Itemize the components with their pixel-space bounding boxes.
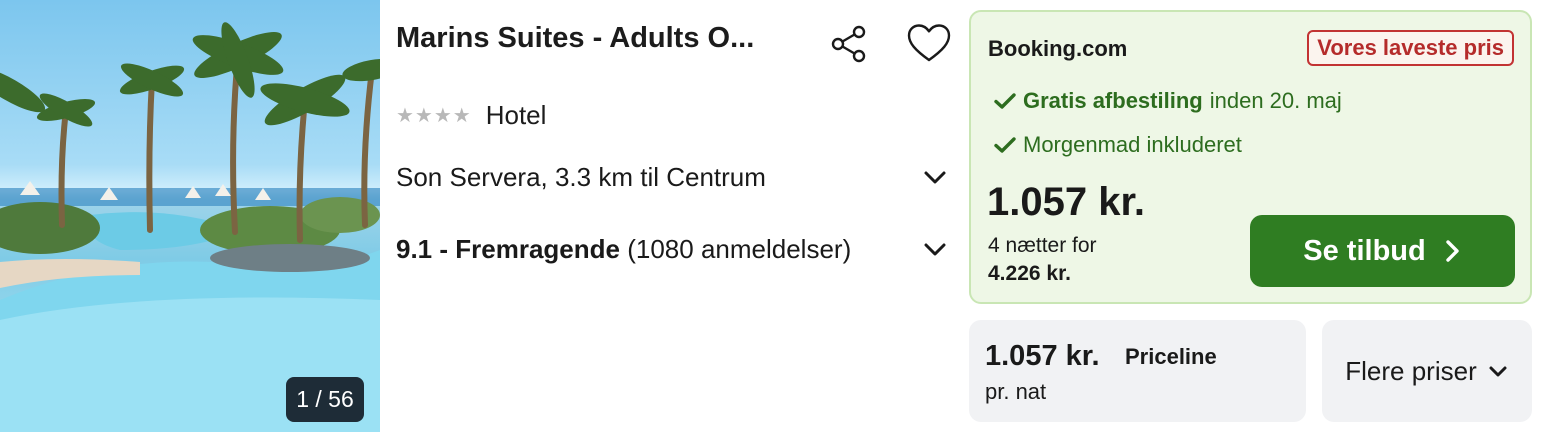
star-rating: ★★★★ (396, 105, 472, 127)
best-offer-card[interactable]: Booking.com Vores laveste pris Gratis af… (969, 10, 1532, 304)
rating-row[interactable]: 9.1 - Fremragende (1080 anmeldelser) (396, 234, 948, 265)
secondary-offer-price: 1.057 kr. (985, 340, 1100, 372)
free-cancellation-feature: Gratis afbestiling inden 20. maj (993, 88, 1342, 114)
hotel-photo-illustration (0, 22, 380, 432)
heart-icon (907, 24, 951, 62)
feature-text: Morgenmad inkluderet (1023, 132, 1242, 157)
secondary-offer-provider: Priceline (1125, 344, 1217, 369)
rating-score: 9.1 - Fremragende (396, 234, 620, 264)
check-icon (994, 93, 1016, 109)
location-row[interactable]: Son Servera, 3.3 km til Centrum (396, 162, 948, 193)
chevron-right-icon (1446, 240, 1459, 262)
favorite-button[interactable] (904, 20, 954, 66)
share-button[interactable] (826, 22, 872, 66)
feature-rest: inden 20. maj (1209, 88, 1342, 113)
secondary-offer-unit: pr. nat (985, 379, 1047, 404)
photo-counter: 1 / 56 (286, 377, 364, 422)
secondary-offer-card[interactable]: 1.057 kr. Priceline pr. nat (969, 320, 1306, 422)
rating-text: 9.1 - Fremragende (1080 anmeldelser) (396, 234, 851, 265)
more-prices-button[interactable]: Flere priser (1322, 320, 1532, 422)
breakfast-feature: Morgenmad inkluderet (993, 132, 1242, 158)
see-offer-button[interactable]: Se tilbud (1250, 215, 1515, 287)
nights-summary: 4 nætter for 4.226 kr. (988, 232, 1097, 288)
chevron-down-icon (922, 165, 948, 191)
more-prices-label: Flere priser (1345, 355, 1477, 386)
chevron-down-icon (1489, 366, 1507, 377)
share-icon (831, 25, 866, 63)
feature-bold: Gratis afbestiling (1023, 88, 1203, 113)
rating-count: (1080 anmeldelser) (627, 234, 852, 264)
see-offer-label: Se tilbud (1303, 234, 1426, 267)
location-text: Son Servera, 3.3 km til Centrum (396, 162, 766, 192)
hotel-class: ★★★★ Hotel (396, 100, 546, 131)
hotel-photo[interactable]: 1 / 56 (0, 0, 380, 432)
hotel-name[interactable]: Marins Suites - Adults O... (396, 22, 754, 55)
offer-price: 1.057 kr. (987, 180, 1145, 224)
lowest-price-badge: Vores laveste pris (1307, 30, 1514, 66)
chevron-down-icon (922, 237, 948, 263)
check-icon (994, 137, 1016, 153)
hotel-type: Hotel (485, 100, 547, 130)
offer-provider: Booking.com (988, 36, 1128, 61)
nights-total: 4.226 kr. (988, 262, 1071, 285)
nights-label: 4 nætter for (988, 234, 1097, 257)
